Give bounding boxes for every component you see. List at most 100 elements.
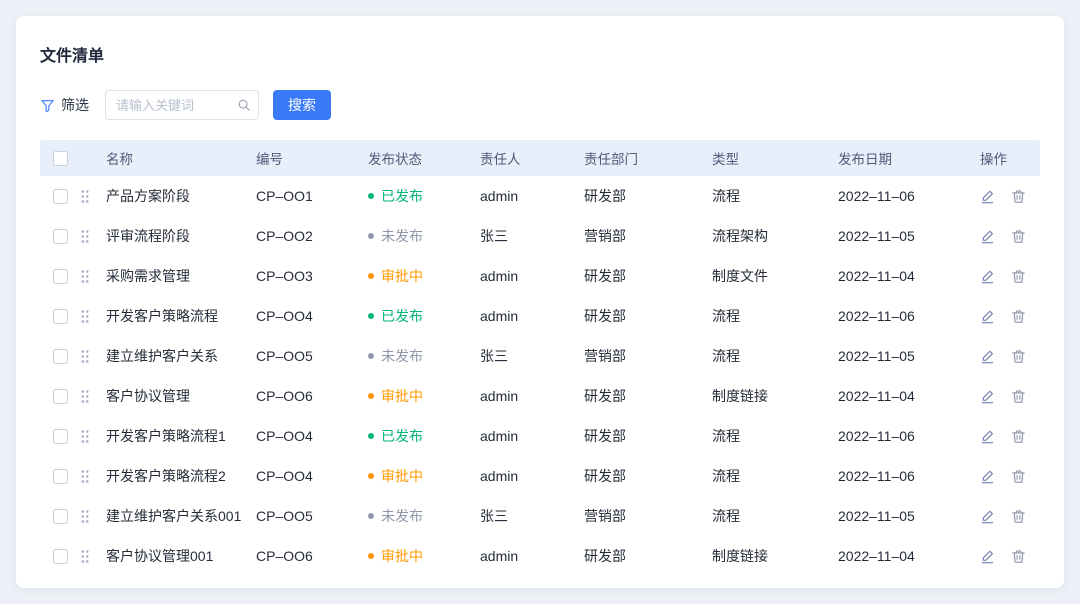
delete-icon[interactable] — [1011, 389, 1026, 404]
cell-owner: admin — [480, 188, 584, 204]
row-checkbox[interactable] — [53, 389, 68, 404]
column-header-7: 操作 — [980, 148, 1040, 168]
delete-icon[interactable] — [1011, 229, 1026, 244]
column-header-2: 发布状态 — [368, 148, 480, 168]
cell-date: 2022–11–04 — [838, 388, 980, 404]
edit-icon[interactable] — [980, 469, 995, 484]
edit-icon[interactable] — [980, 389, 995, 404]
edit-icon[interactable] — [980, 309, 995, 324]
cell-date: 2022–11–06 — [838, 428, 980, 444]
page-title: 文件清单 — [40, 42, 1040, 66]
status-text: 未发布 — [381, 346, 423, 366]
table-row: 开发客户策略流程1CP–OO4已发布admin研发部流程2022–11–06 — [40, 416, 1040, 456]
edit-icon[interactable] — [980, 269, 995, 284]
delete-icon[interactable] — [1011, 309, 1026, 324]
cell-type: 制度链接 — [712, 546, 838, 566]
cell-date: 2022–11–05 — [838, 228, 980, 244]
cell-type: 流程架构 — [712, 226, 838, 246]
delete-icon[interactable] — [1011, 349, 1026, 364]
status-text: 已发布 — [381, 306, 423, 326]
cell-name: 客户协议管理 — [106, 386, 256, 406]
cell-actions — [980, 389, 1040, 404]
status-dot-icon — [368, 433, 374, 439]
cell-name: 采购需求管理 — [106, 266, 256, 286]
edit-icon[interactable] — [980, 509, 995, 524]
row-checkbox[interactable] — [53, 429, 68, 444]
row-checkbox[interactable] — [53, 469, 68, 484]
cell-status: 未发布 — [368, 506, 480, 526]
row-checkbox[interactable] — [53, 229, 68, 244]
cell-type: 制度链接 — [712, 386, 838, 406]
select-all-checkbox[interactable] — [53, 151, 68, 166]
drag-handle-icon[interactable] — [80, 469, 90, 484]
file-table: 名称编号发布状态责任人责任部门类型发布日期操作 产品方案阶段CP–OO1已发布a… — [40, 140, 1040, 576]
search-icon — [237, 98, 251, 112]
delete-icon[interactable] — [1011, 269, 1026, 284]
status-dot-icon — [368, 313, 374, 319]
status-dot-icon — [368, 393, 374, 399]
table-body: 产品方案阶段CP–OO1已发布admin研发部流程2022–11–06评审流程阶… — [40, 176, 1040, 576]
drag-handle-icon[interactable] — [80, 509, 90, 524]
table-row: 建立维护客户关系001CP–OO5未发布张三营销部流程2022–11–05 — [40, 496, 1040, 536]
toolbar: 筛选 搜索 — [40, 90, 1040, 120]
cell-status: 已发布 — [368, 426, 480, 446]
drag-handle-icon[interactable] — [80, 229, 90, 244]
cell-dept: 研发部 — [584, 466, 712, 486]
drag-handle-icon[interactable] — [80, 349, 90, 364]
cell-owner: 张三 — [480, 506, 584, 526]
table-row: 采购需求管理CP–OO3审批中admin研发部制度文件2022–11–04 — [40, 256, 1040, 296]
cell-code: CP–OO3 — [256, 268, 368, 284]
search-button[interactable]: 搜索 — [273, 90, 331, 120]
cell-name: 建立维护客户关系001 — [106, 506, 256, 526]
cell-name: 客户协议管理001 — [106, 546, 256, 566]
drag-handle-icon[interactable] — [80, 429, 90, 444]
file-list-card: 文件清单 筛选 搜索 — [16, 16, 1064, 588]
edit-icon[interactable] — [980, 429, 995, 444]
edit-icon[interactable] — [980, 229, 995, 244]
cell-dept: 研发部 — [584, 546, 712, 566]
status-text: 审批中 — [381, 466, 423, 486]
row-checkbox[interactable] — [53, 269, 68, 284]
cell-code: CP–OO2 — [256, 228, 368, 244]
cell-status: 审批中 — [368, 266, 480, 286]
cell-actions — [980, 429, 1040, 444]
row-checkbox[interactable] — [53, 189, 68, 204]
row-checkbox[interactable] — [53, 309, 68, 324]
cell-actions — [980, 189, 1040, 204]
drag-handle-icon[interactable] — [80, 389, 90, 404]
cell-owner: admin — [480, 308, 584, 324]
row-checkbox[interactable] — [53, 349, 68, 364]
cell-date: 2022–11–06 — [838, 308, 980, 324]
cell-dept: 研发部 — [584, 266, 712, 286]
delete-icon[interactable] — [1011, 549, 1026, 564]
delete-icon[interactable] — [1011, 469, 1026, 484]
cell-actions — [980, 309, 1040, 324]
cell-owner: admin — [480, 388, 584, 404]
delete-icon[interactable] — [1011, 189, 1026, 204]
drag-handle-icon[interactable] — [80, 309, 90, 324]
search-input[interactable] — [105, 90, 259, 120]
row-checkbox[interactable] — [53, 509, 68, 524]
status-dot-icon — [368, 273, 374, 279]
cell-name: 开发客户策略流程1 — [106, 426, 256, 446]
cell-code: CP–OO1 — [256, 188, 368, 204]
status-text: 未发布 — [381, 506, 423, 526]
delete-icon[interactable] — [1011, 509, 1026, 524]
cell-dept: 研发部 — [584, 306, 712, 326]
drag-handle-icon[interactable] — [80, 549, 90, 564]
cell-type: 制度文件 — [712, 266, 838, 286]
cell-code: CP–OO6 — [256, 548, 368, 564]
edit-icon[interactable] — [980, 189, 995, 204]
edit-icon[interactable] — [980, 549, 995, 564]
delete-icon[interactable] — [1011, 429, 1026, 444]
status-dot-icon — [368, 553, 374, 559]
status-text: 未发布 — [381, 226, 423, 246]
filter-button[interactable]: 筛选 — [40, 95, 89, 115]
row-checkbox[interactable] — [53, 549, 68, 564]
drag-handle-icon[interactable] — [80, 189, 90, 204]
edit-icon[interactable] — [980, 349, 995, 364]
status-dot-icon — [368, 473, 374, 479]
cell-date: 2022–11–05 — [838, 508, 980, 524]
column-header-4: 责任部门 — [584, 148, 712, 168]
drag-handle-icon[interactable] — [80, 269, 90, 284]
